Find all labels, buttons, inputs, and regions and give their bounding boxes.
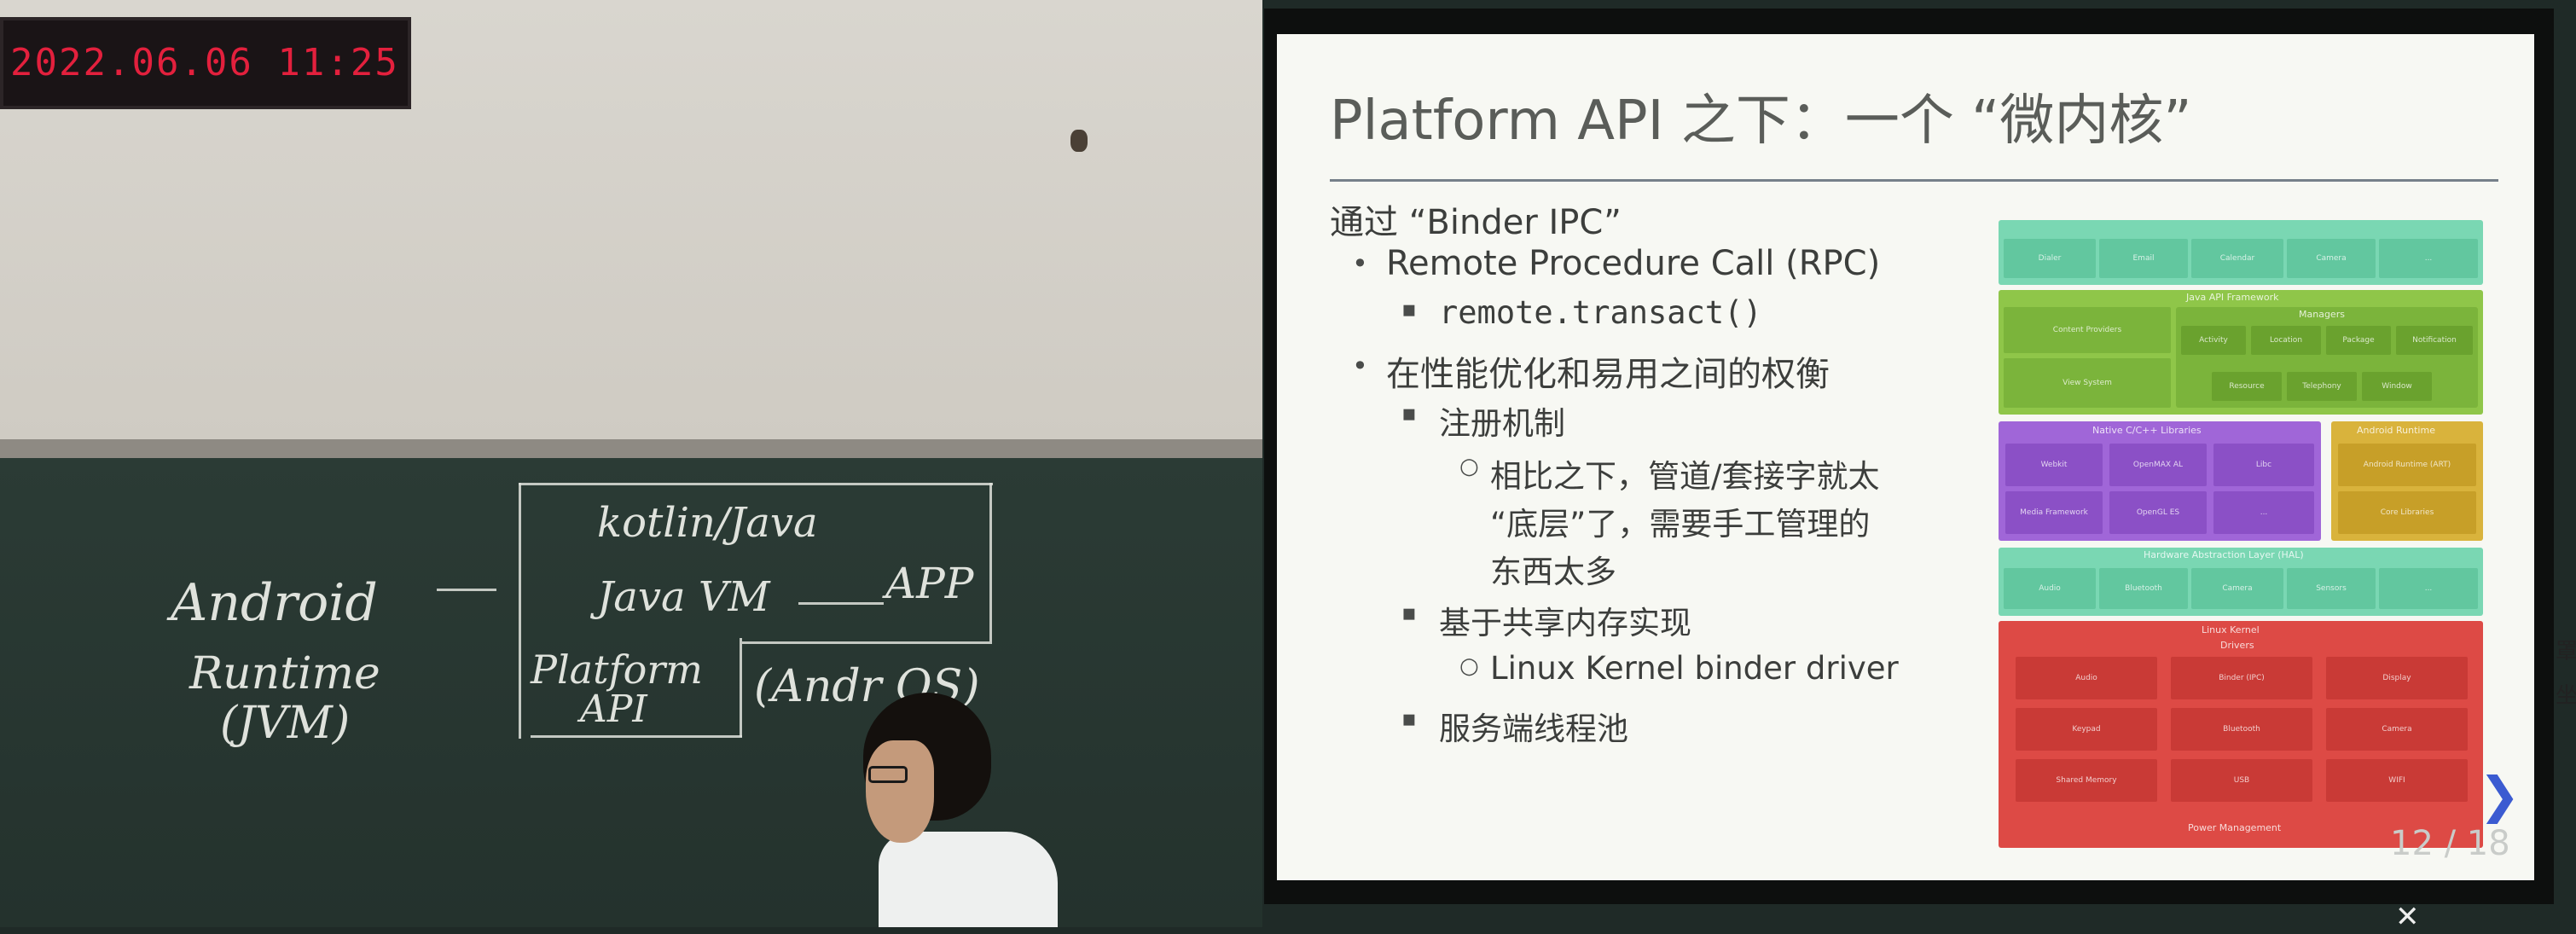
kernel-cell: USB [2171,759,2312,802]
slide-intro: 通过 “Binder IPC” [1330,203,1622,242]
chalk-jvm: (JVM) [220,698,351,749]
chalk-api: API [580,687,647,731]
subbullet-marker: ▪ [1401,600,1417,626]
framework-cell: View System [2004,358,2171,408]
edge-text: 罩 坐 [2556,629,2576,718]
native-cell: Libc [2213,444,2314,486]
bullet-register: 注册机制 [1439,405,1565,442]
bullet-marker: • [1352,247,1368,280]
manager-cell: Notification [2396,326,2473,355]
native-cell: OpenGL ES [2109,491,2207,534]
kernel-cell: Camera [2326,708,2468,751]
chalk-box-right [989,483,992,641]
glasses [868,766,908,783]
kernel-cell: Binder (IPC) [2171,657,2312,699]
chalk-app-box-bottom [742,641,992,644]
kernel-footer: Power Management [2188,822,2282,833]
app-cell: Camera [2287,239,2376,278]
native-cell: ... [2213,491,2314,534]
chalk-box-left [519,483,521,739]
managers-title: Managers [2299,309,2345,320]
chalk-app: APP [885,559,974,608]
chevron-right-icon[interactable]: ❯ [2479,766,2521,824]
app-cell: Calendar [2191,239,2283,278]
kernel-cell: Shared Memory [2016,759,2157,802]
kernel-drivers-label: Drivers [2220,640,2254,651]
led-clock-text: 2022.06.06 11:25 [10,41,399,84]
chalk-java-vm: Java VM [597,573,770,621]
bullet-tradeoff: 在性能优化和易用之间的权衡 [1386,355,1830,394]
hal-cell: Sensors [2287,568,2376,609]
hal-cell: Audio [2004,568,2096,609]
lecturer-face [866,740,934,843]
native-title: Native C/C++ Libraries [2092,425,2202,436]
subbullet-marker: ▪ [1401,401,1417,426]
hal-cell: Bluetooth [2099,568,2188,609]
kernel-cell: WIFI [2326,759,2468,802]
bullet-compare-line2: “底层”了，需要手工管理的 [1490,506,1871,542]
title-divider [1330,179,2498,182]
app-cell: ... [2379,239,2478,278]
kernel-title: Linux Kernel [2202,624,2260,635]
manager-cell: Resource [2212,372,2282,401]
chalk-android: Android [171,573,378,633]
manager-cell: Package [2326,326,2391,355]
subbullet-marker: ▪ [1401,706,1417,732]
chalk-box-bottom [531,735,742,738]
presentation-slide: Platform API 之下：一个 “微内核” 通过 “Binder IPC”… [1277,34,2534,880]
bullet-binder-driver: Linux Kernel binder driver [1490,650,1899,687]
bullet-shared-memory: 基于共享内存实现 [1439,605,1691,641]
page-indicator: 12 / 18 [2390,824,2510,863]
chalk-platform: Platform [531,647,703,693]
framework-title: Java API Framework [2186,292,2279,303]
runtime-cell: Core Libraries [2338,491,2476,534]
native-cell: Media Framework [2005,491,2103,534]
manager-cell: Telephony [2287,372,2357,401]
hal-cell: ... [2379,568,2478,609]
edge-char: 坐 [2556,683,2576,709]
close-icon[interactable]: ✕ [2395,900,2420,934]
bullet-thread-pool: 服务端线程池 [1439,711,1628,747]
chalk-box-top [519,483,993,485]
hal-title: Hardware Abstraction Layer (HAL) [2144,549,2304,560]
chalk-runtime: Runtime [189,648,380,699]
manager-cell: Location [2251,326,2321,355]
wall-stain [1070,130,1088,152]
runtime-title: Android Runtime [2357,425,2435,436]
kernel-cell: Display [2326,657,2468,699]
hal-cell: Camera [2191,568,2283,609]
kernel-cell: Keypad [2016,708,2157,751]
chalk-arrow-app [798,602,884,605]
subsubbullet-marker: ○ [1459,454,1479,479]
lecturer-shirt [879,832,1058,927]
manager-cell: Activity [2181,326,2246,355]
manager-cell: Window [2362,372,2432,401]
bullet-compare-line1: 相比之下，管道/套接字就太 [1490,458,1880,495]
chalk-kotlin-java: kotlin/Java [597,499,818,547]
kernel-cell: Audio [2016,657,2157,699]
bullet-rpc: Remote Procedure Call (RPC) [1386,244,1881,283]
app-cell: Dialer [2004,239,2096,278]
subsubbullet-marker: ○ [1459,653,1479,679]
subbullet-marker: ▪ [1401,297,1417,322]
board-trim [0,439,1262,458]
android-architecture-diagram: Dialer Email Calendar Camera ... Java AP… [1999,220,2483,853]
chalk-api-divider [740,638,742,737]
bullet-marker: • [1352,350,1368,382]
kernel-cell: Bluetooth [2171,708,2312,751]
native-cell: Webkit [2005,444,2103,486]
slide-title: Platform API 之下：一个 “微内核” [1330,90,2192,153]
native-cell: OpenMAX AL [2109,444,2207,486]
runtime-cell: Android Runtime (ART) [2338,444,2476,486]
edge-char: 罩 [2556,639,2576,664]
framework-cell: Content Providers [2004,307,2171,353]
bullet-compare-line3: 东西太多 [1490,554,1616,590]
app-cell: Email [2099,239,2188,278]
bullet-transact: remote.transact() [1439,294,1762,331]
chalk-dash [437,589,496,591]
